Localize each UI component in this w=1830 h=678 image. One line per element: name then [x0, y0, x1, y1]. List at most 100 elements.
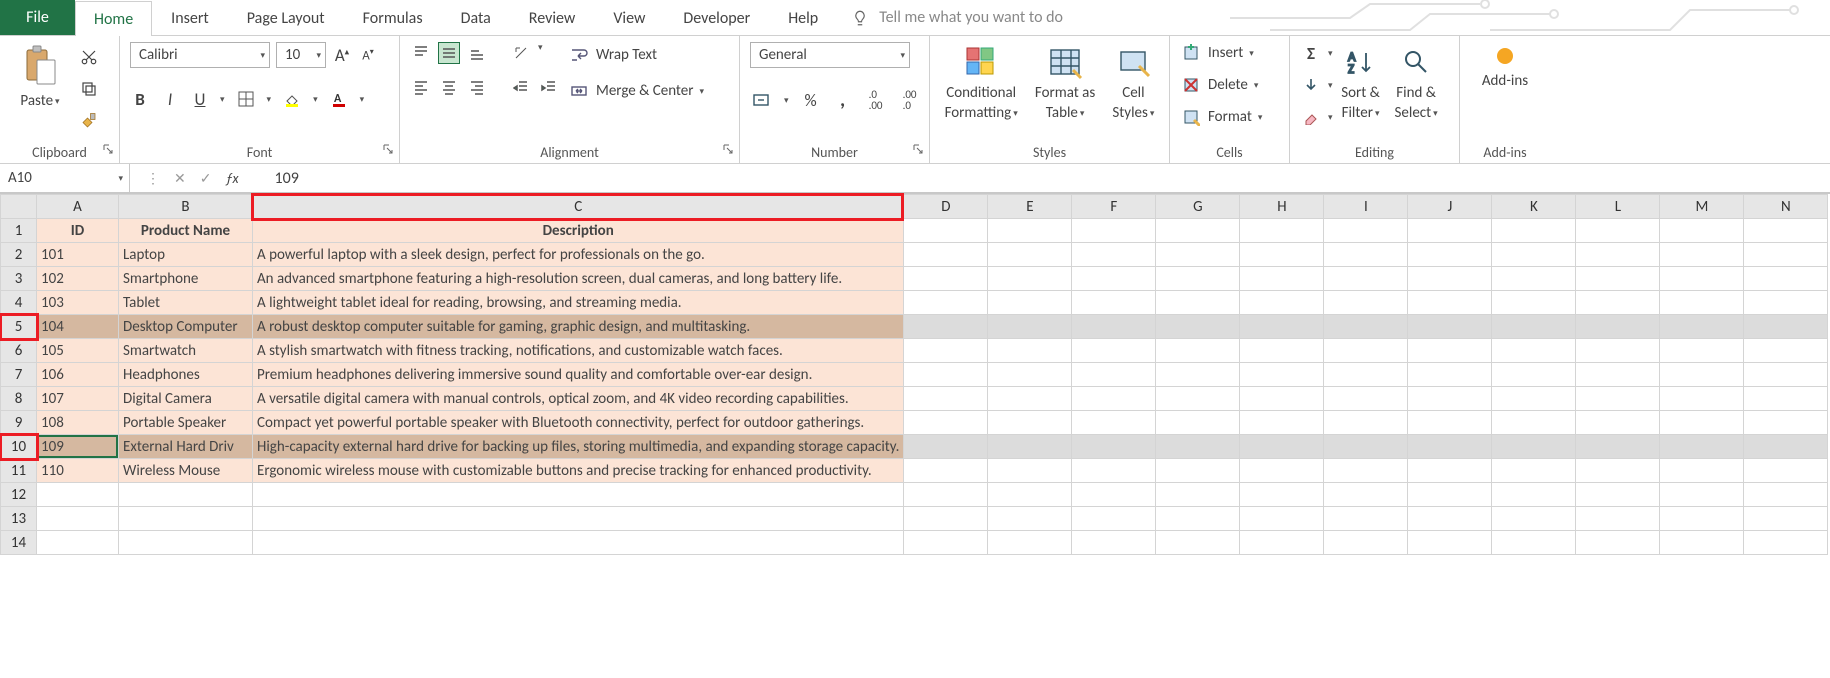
chevron-down-icon[interactable]: ▾ [260, 50, 265, 61]
cell-G1[interactable] [1156, 219, 1240, 243]
cell-H8[interactable] [1240, 387, 1324, 411]
cell-G9[interactable] [1156, 411, 1240, 435]
cell-C1[interactable]: Description [253, 219, 904, 243]
cell-J13[interactable] [1408, 507, 1492, 531]
cell-I1[interactable] [1324, 219, 1408, 243]
merge-center-button[interactable]: Merge & Center ▾ [568, 80, 704, 102]
cell-C3[interactable]: An advanced smartphone featuring a high-… [253, 267, 904, 291]
decrease-font-icon[interactable]: A▾ [358, 47, 378, 63]
cell-D3[interactable] [904, 267, 988, 291]
tab-review[interactable]: Review [510, 0, 595, 35]
cell-L12[interactable] [1576, 483, 1660, 507]
chevron-down-icon[interactable]: ▾ [316, 50, 321, 61]
cell-A8[interactable]: 107 [37, 387, 119, 411]
decrease-indent-icon[interactable] [510, 76, 532, 98]
col-header-F[interactable]: F [1072, 195, 1156, 219]
cell-K5[interactable] [1492, 315, 1576, 339]
row-header-14[interactable]: 14 [1, 531, 37, 555]
cell-K14[interactable] [1492, 531, 1576, 555]
cell-L11[interactable] [1576, 459, 1660, 483]
cell-A6[interactable]: 105 [37, 339, 119, 363]
dialog-launcher-icon[interactable] [911, 142, 925, 156]
cell-N12[interactable] [1744, 483, 1828, 507]
cell-C2[interactable]: A powerful laptop with a sleek design, p… [253, 243, 904, 267]
cell-I2[interactable] [1324, 243, 1408, 267]
cell-E4[interactable] [988, 291, 1072, 315]
cell-G2[interactable] [1156, 243, 1240, 267]
cell-I9[interactable] [1324, 411, 1408, 435]
increase-indent-icon[interactable] [538, 76, 560, 98]
cell-A2[interactable]: 101 [37, 243, 119, 267]
cell-M2[interactable] [1660, 243, 1744, 267]
cell-K4[interactable] [1492, 291, 1576, 315]
row-header-2[interactable]: 2 [1, 243, 37, 267]
cell-J9[interactable] [1408, 411, 1492, 435]
tab-view[interactable]: View [594, 0, 664, 35]
cell-L9[interactable] [1576, 411, 1660, 435]
cell-E14[interactable] [988, 531, 1072, 555]
row-header-3[interactable]: 3 [1, 267, 37, 291]
cell-H12[interactable] [1240, 483, 1324, 507]
dialog-launcher-icon[interactable] [381, 142, 395, 156]
cell-K12[interactable] [1492, 483, 1576, 507]
cell-N7[interactable] [1744, 363, 1828, 387]
tab-formulas[interactable]: Formulas [344, 0, 442, 35]
cell-G8[interactable] [1156, 387, 1240, 411]
cell-D10[interactable] [904, 435, 988, 459]
cell-E2[interactable] [988, 243, 1072, 267]
cell-F12[interactable] [1072, 483, 1156, 507]
cell-B7[interactable]: Headphones [119, 363, 253, 387]
align-left-icon[interactable] [410, 76, 432, 98]
col-header-K[interactable]: K [1492, 195, 1576, 219]
cell-L6[interactable] [1576, 339, 1660, 363]
cell-D6[interactable] [904, 339, 988, 363]
cell-H1[interactable] [1240, 219, 1324, 243]
select-all-corner[interactable] [1, 195, 37, 219]
cell-C11[interactable]: Ergonomic wireless mouse with customizab… [253, 459, 904, 483]
cell-D4[interactable] [904, 291, 988, 315]
cell-J4[interactable] [1408, 291, 1492, 315]
cell-E11[interactable] [988, 459, 1072, 483]
percent-style-button[interactable]: % [801, 90, 821, 111]
clear-icon[interactable] [1300, 106, 1322, 128]
cell-L3[interactable] [1576, 267, 1660, 291]
paste-button[interactable]: Paste [20, 92, 53, 110]
cell-I8[interactable] [1324, 387, 1408, 411]
cell-K11[interactable] [1492, 459, 1576, 483]
cell-H3[interactable] [1240, 267, 1324, 291]
font-color-icon[interactable]: A [328, 88, 350, 110]
align-center-icon[interactable] [438, 76, 460, 98]
col-header-D[interactable]: D [904, 195, 988, 219]
chevron-down-icon[interactable]: ▾ [55, 96, 60, 107]
cell-D5[interactable] [904, 315, 988, 339]
cell-B5[interactable]: Desktop Computer [119, 315, 253, 339]
formula-bar[interactable]: 109 [255, 164, 1830, 192]
add-ins-button[interactable]: Add-ins [1482, 42, 1528, 90]
tab-home[interactable]: Home [75, 1, 152, 36]
cell-I5[interactable] [1324, 315, 1408, 339]
row-header-5[interactable]: 5 [1, 315, 37, 339]
cell-K1[interactable] [1492, 219, 1576, 243]
cell-G5[interactable] [1156, 315, 1240, 339]
cell-F13[interactable] [1072, 507, 1156, 531]
cell-N10[interactable] [1744, 435, 1828, 459]
cell-L8[interactable] [1576, 387, 1660, 411]
cell-J11[interactable] [1408, 459, 1492, 483]
orientation-icon[interactable] [510, 42, 532, 64]
cell-B6[interactable]: Smartwatch [119, 339, 253, 363]
accounting-format-icon[interactable] [750, 89, 772, 111]
cell-F6[interactable] [1072, 339, 1156, 363]
cell-H2[interactable] [1240, 243, 1324, 267]
cell-B11[interactable]: Wireless Mouse [119, 459, 253, 483]
tab-insert[interactable]: Insert [152, 0, 228, 35]
cell-M12[interactable] [1660, 483, 1744, 507]
cell-A12[interactable] [37, 483, 119, 507]
col-header-L[interactable]: L [1576, 195, 1660, 219]
cell-E9[interactable] [988, 411, 1072, 435]
insert-cells-button[interactable]: Insert▾ [1180, 42, 1254, 64]
format-painter-icon[interactable] [78, 110, 100, 132]
col-header-M[interactable]: M [1660, 195, 1744, 219]
cell-A7[interactable]: 106 [37, 363, 119, 387]
cell-D9[interactable] [904, 411, 988, 435]
dialog-launcher-icon[interactable] [101, 142, 115, 156]
